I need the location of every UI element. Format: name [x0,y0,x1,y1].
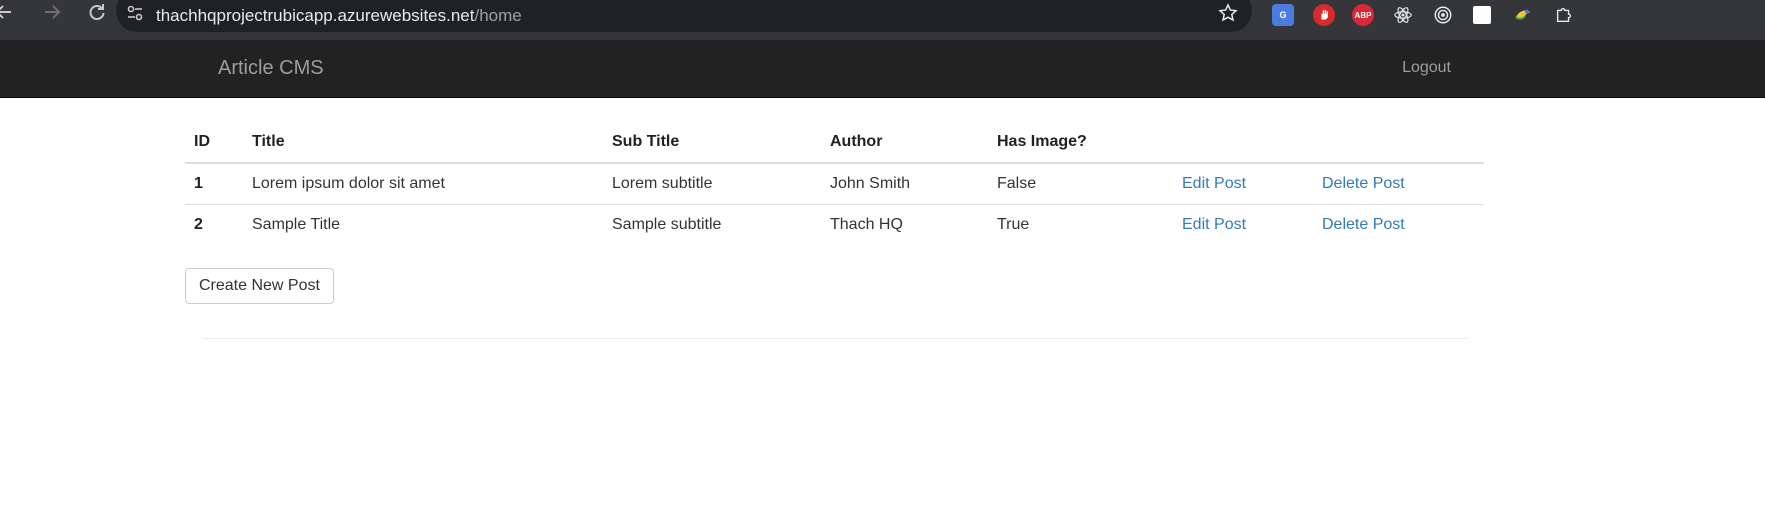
edit-post-link[interactable]: Edit Post [1182,175,1246,192]
url-host: thachhqprojectrubicapp.azurewebsites.net [156,6,475,25]
back-arrow-icon[interactable] [0,2,16,26]
address-bar[interactable]: thachhqprojectrubicapp.azurewebsites.net… [116,0,1252,32]
reload-icon[interactable] [85,2,109,26]
delete-post-link[interactable]: Delete Post [1322,175,1405,192]
logout-link[interactable]: Logout [1402,59,1451,77]
translate-icon[interactable]: G [1272,4,1294,26]
cell-author: John Smith [830,175,911,192]
cell-delete: Delete Post [1313,204,1484,245]
url-text[interactable]: thachhqprojectrubicapp.azurewebsites.net… [156,6,522,26]
cell-author: Thach HQ [821,204,988,245]
create-new-post-button[interactable]: Create New Post [185,268,334,304]
cell-title: Lorem ipsum dolor sit amet [252,175,445,192]
bookmark-star-icon[interactable] [1218,3,1238,23]
header-edit [1173,122,1313,164]
cell-subtitle: Lorem subtitle [612,175,713,192]
header-delete [1313,122,1484,164]
browser-toolbar: thachhqprojectrubicapp.azurewebsites.net… [0,0,1765,40]
delete-post-link[interactable]: Delete Post [1322,216,1405,233]
brand-title[interactable]: Article CMS [218,57,324,80]
site-settings-icon[interactable] [126,4,144,22]
edit-post-link[interactable]: Edit Post [1182,216,1246,233]
header-has-image: Has Image? [988,122,1173,164]
puzzle-icon[interactable] [1553,4,1575,26]
header-title: Title [243,122,603,164]
white-square-icon[interactable] [1473,6,1491,24]
radio-icon[interactable] [1432,4,1454,26]
color-icon[interactable] [1512,4,1534,26]
header-author: Author [821,122,988,164]
table-row: 2 Sample Title Sample subtitle Thach HQ … [185,204,1484,245]
adblock-icon[interactable]: ABP [1352,4,1374,26]
cell-id: 1 [194,175,203,192]
cell-id: 2 [185,204,243,245]
header-subtitle: Sub Title [603,122,821,164]
app-navbar: Article CMS Logout [0,40,1765,98]
cell-edit: Edit Post [1173,163,1313,205]
header-id: ID [185,122,243,164]
footer-divider [202,338,1468,339]
table-row: 1 Lorem ipsum dolor sit amet Lorem subti… [185,163,1484,205]
table-header-row: ID Title Sub Title Author Has Image? [185,122,1484,164]
url-path: /home [474,6,522,25]
react-icon[interactable] [1392,4,1414,26]
forward-arrow-icon[interactable] [40,2,64,26]
cell-has-image: False [997,175,1037,192]
hand-icon[interactable] [1313,4,1335,26]
posts-table: ID Title Sub Title Author Has Image? 1 L… [185,122,1484,245]
posts-table-container: ID Title Sub Title Author Has Image? 1 L… [185,122,1484,245]
cell-subtitle: Sample subtitle [603,204,821,245]
cell-has-image: True [988,204,1173,245]
cell-delete: Delete Post [1313,163,1484,205]
cell-title: Sample Title [243,204,603,245]
cell-edit: Edit Post [1173,204,1313,245]
